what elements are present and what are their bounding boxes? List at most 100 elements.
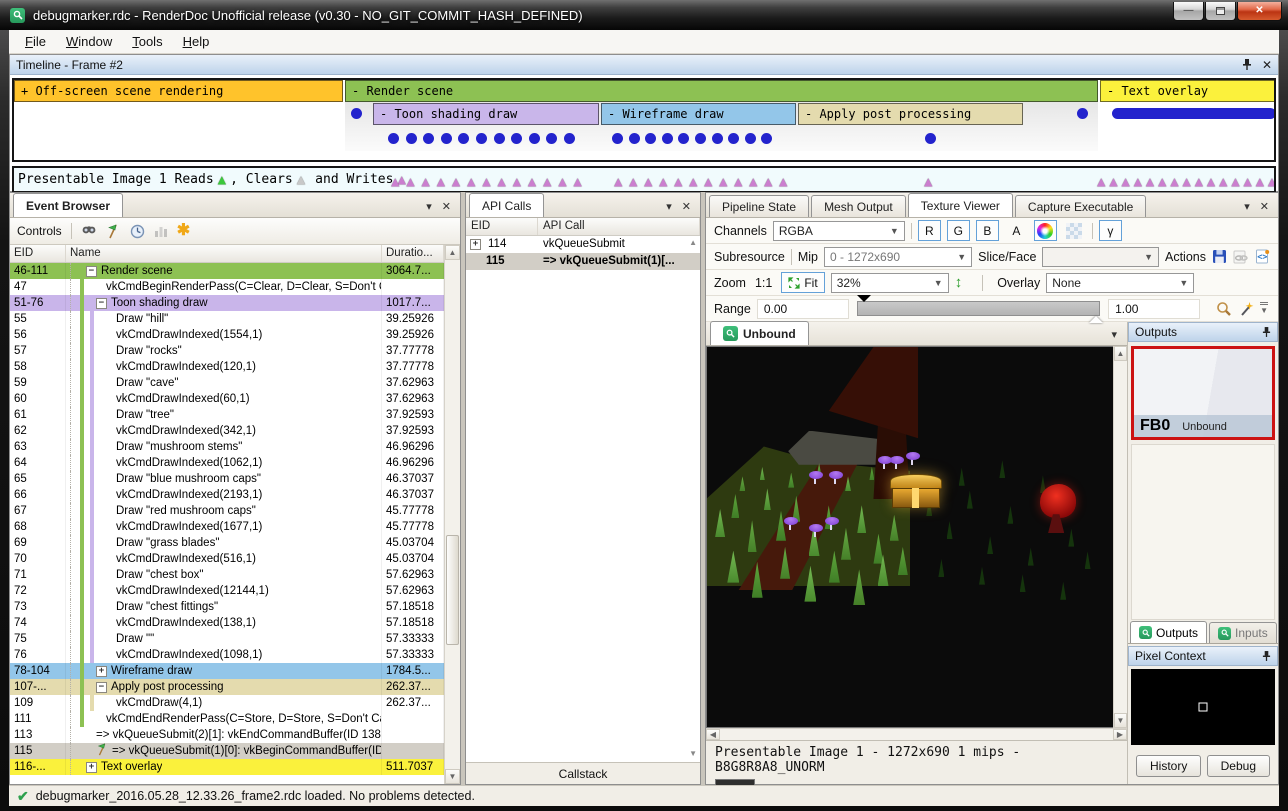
event-row[interactable]: 58vkCmdDrawIndexed(120,1)37.77778 <box>10 359 444 375</box>
api-row[interactable]: 115=> vkQueueSubmit(1)[... <box>466 253 700 270</box>
timeline-dot[interactable] <box>745 133 756 144</box>
tab-mesh-output[interactable]: Mesh Output <box>811 195 906 217</box>
column-name[interactable]: Name <box>66 245 382 262</box>
timeline-bar[interactable]: + Off-screen scene rendering <box>14 80 343 102</box>
alpha-background-button[interactable] <box>1063 220 1086 241</box>
alpha-channel-button[interactable]: A <box>1005 220 1028 241</box>
timeline-dot[interactable] <box>564 133 575 144</box>
event-row[interactable]: 70vkCmdDrawIndexed(516,1)45.03704 <box>10 551 444 567</box>
timeline-header[interactable]: Timeline - Frame #2 ✕ <box>10 55 1278 75</box>
fb0-thumbnail[interactable]: FB0 Unbound <box>1131 346 1275 440</box>
event-row[interactable]: 66vkCmdDrawIndexed(2193,1)46.37037 <box>10 487 444 503</box>
pixel-context-view[interactable] <box>1131 669 1275 745</box>
bookmark-icon[interactable]: ✱ <box>177 224 190 238</box>
pixel-context-header[interactable]: Pixel Context <box>1128 646 1278 666</box>
event-row[interactable]: 109vkCmdDraw(4,1)262.37... <box>10 695 444 711</box>
tab-pipeline-state[interactable]: Pipeline State <box>709 195 809 217</box>
tab-inputs[interactable]: Inputs <box>1209 622 1277 643</box>
event-row[interactable]: 65Draw "blue mushroom caps"46.37037 <box>10 471 444 487</box>
zoom-1to1-button[interactable]: 1:1 <box>752 276 775 290</box>
range-max-field[interactable]: 1.00 <box>1108 299 1200 319</box>
texture-vscroll[interactable]: ▲ ▼ <box>1113 346 1127 728</box>
fit-button[interactable]: Fit <box>781 272 824 293</box>
event-row[interactable]: 59Draw "cave"37.62963 <box>10 375 444 391</box>
scroll-down-icon[interactable]: ▼ <box>689 749 697 758</box>
tab-texture-viewer[interactable]: Texture Viewer <box>908 193 1013 217</box>
event-row[interactable]: 51-76−Toon shading draw1017.7... <box>10 295 444 311</box>
find-event-icon[interactable] <box>81 224 97 238</box>
event-row[interactable]: 111vkCmdEndRenderPass(C=Store, D=Store, … <box>10 711 444 727</box>
timeline-dot[interactable] <box>388 133 399 144</box>
timeline-bar[interactable]: - Text overlay <box>1100 80 1276 102</box>
event-row[interactable]: 76vkCmdDrawIndexed(1098,1)57.33333 <box>10 647 444 663</box>
custom-display-button[interactable] <box>1034 220 1057 241</box>
menu-item-help[interactable]: Help <box>173 31 220 52</box>
pin-icon[interactable] <box>1242 59 1252 70</box>
outputs-header[interactable]: Outputs <box>1128 322 1278 342</box>
event-row[interactable]: 55Draw "hill"39.25926 <box>10 311 444 327</box>
event-row[interactable]: 107-...−Apply post processing262.37... <box>10 679 444 695</box>
menu-item-tools[interactable]: Tools <box>122 31 172 52</box>
event-row[interactable]: 71Draw "chest box"57.62963 <box>10 567 444 583</box>
timeline-dot[interactable] <box>406 133 417 144</box>
collapse-handle-icon[interactable]: ▼ <box>1260 302 1268 315</box>
event-row[interactable]: 68vkCmdDrawIndexed(1677,1)45.77778 <box>10 519 444 535</box>
timeline-dot[interactable] <box>529 133 540 144</box>
channels-combo[interactable]: RGBA▼ <box>773 221 905 241</box>
api-call-list[interactable]: ▲ ▼ +114vkQueueSubmit115=> vkQueueSubmit… <box>466 236 700 762</box>
column-api-call[interactable]: API Call <box>538 218 700 235</box>
blue-channel-button[interactable]: B <box>976 220 999 241</box>
dock-menu-icon[interactable]: ▾ <box>426 200 432 213</box>
timeline-dot[interactable] <box>1077 108 1088 119</box>
close-icon[interactable]: ✕ <box>682 200 691 213</box>
save-texture-icon[interactable] <box>1212 249 1227 264</box>
mip-combo[interactable]: 0 - 1272x690▼ <box>824 247 972 267</box>
debug-button[interactable]: Debug <box>1207 755 1270 777</box>
event-row[interactable]: 74vkCmdDrawIndexed(138,1)57.18518 <box>10 615 444 631</box>
timeline-bar[interactable]: - Render scene <box>345 80 1098 102</box>
event-row[interactable]: 57Draw "rocks"37.77778 <box>10 343 444 359</box>
gamma-button[interactable]: γ <box>1099 220 1122 241</box>
event-row[interactable]: 69Draw "grass blades"45.03704 <box>10 535 444 551</box>
event-row[interactable]: 116-...+Text overlay511.7037 <box>10 759 444 775</box>
event-row[interactable]: 64vkCmdDrawIndexed(1062,1)46.96296 <box>10 455 444 471</box>
slice-face-combo[interactable]: ▼ <box>1042 247 1159 267</box>
callstack-footer[interactable]: Callstack <box>466 762 700 784</box>
timeline-dot[interactable] <box>629 133 640 144</box>
api-table-header[interactable]: EID API Call <box>466 218 700 236</box>
scroll-up-icon[interactable]: ▲ <box>689 238 697 247</box>
timeline-dot[interactable] <box>612 133 623 144</box>
tree-expander[interactable]: + <box>96 666 107 677</box>
tab-current-texture[interactable]: Unbound <box>710 321 809 345</box>
event-row[interactable]: 73Draw "chest fittings"57.18518 <box>10 599 444 615</box>
jump-to-event-icon[interactable] <box>106 224 121 239</box>
texture-image[interactable] <box>706 346 1113 728</box>
menu-item-file[interactable]: File <box>15 31 56 52</box>
event-row[interactable]: 46-111−Render scene3064.7... <box>10 263 444 279</box>
dock-menu-icon[interactable]: ▾ <box>666 200 672 213</box>
column-eid[interactable]: EID <box>10 245 66 262</box>
timeline-body[interactable]: + Off-screen scene rendering- Render sce… <box>10 75 1278 191</box>
dock-menu-icon[interactable]: ▾ <box>1244 200 1250 213</box>
texture-hscroll[interactable]: ◀ ▶ <box>706 728 1127 740</box>
event-row[interactable]: 60vkCmdDrawIndexed(60,1)37.62963 <box>10 391 444 407</box>
event-row[interactable]: 63Draw "mushroom stems"46.96296 <box>10 439 444 455</box>
timeline-dot[interactable] <box>662 133 673 144</box>
timeline-draw-pill[interactable] <box>1112 108 1276 119</box>
zoom-percent-combo[interactable]: 32%▼ <box>831 273 949 293</box>
close-button[interactable]: ✕ <box>1237 2 1282 21</box>
event-row[interactable]: 72vkCmdDrawIndexed(12144,1)57.62963 <box>10 583 444 599</box>
event-row[interactable]: 62vkCmdDrawIndexed(342,1)37.92593 <box>10 423 444 439</box>
range-slider[interactable] <box>857 301 1100 316</box>
zoom-range-icon[interactable] <box>1216 301 1232 317</box>
close-icon[interactable]: ✕ <box>1260 200 1269 213</box>
event-row[interactable]: 75Draw ""57.33333 <box>10 631 444 647</box>
event-row[interactable]: 56vkCmdDrawIndexed(1554,1)39.25926 <box>10 327 444 343</box>
red-channel-button[interactable]: R <box>918 220 941 241</box>
range-white-handle[interactable] <box>1089 309 1103 323</box>
minimize-button[interactable]: — <box>1173 2 1204 21</box>
history-button[interactable]: History <box>1136 755 1201 777</box>
tree-expander[interactable]: − <box>96 682 107 693</box>
timeline-dot[interactable] <box>712 133 723 144</box>
event-row[interactable]: 67Draw "red mushroom caps"45.77778 <box>10 503 444 519</box>
